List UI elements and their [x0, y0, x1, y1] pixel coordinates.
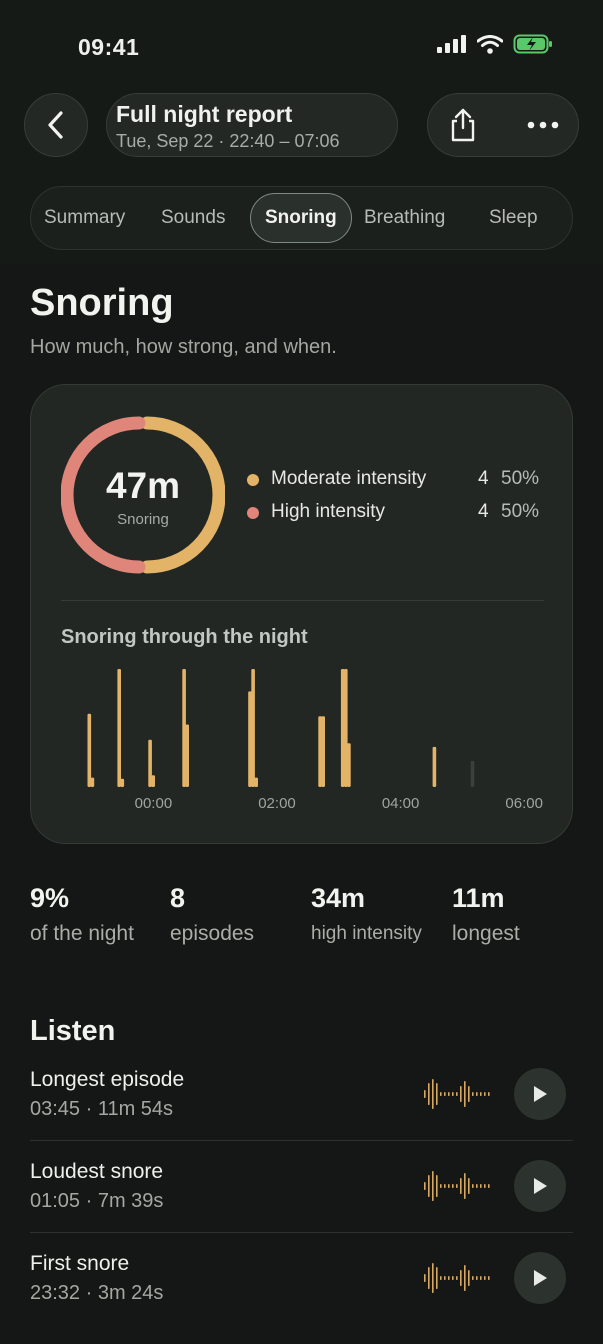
play-icon	[534, 1178, 547, 1194]
legend-moderate-pct: 50%	[501, 468, 540, 489]
card-divider	[61, 600, 544, 601]
stat-episodes-value: 8	[170, 883, 186, 913]
snore-bar	[251, 669, 255, 787]
listen-item[interactable]: Longest episode 03:45 · 11m 54s	[30, 1068, 573, 1160]
moderate-dot	[247, 474, 259, 486]
snoring-summary-card: 47m Snoring Moderate intensity 4 50% Hig…	[30, 384, 573, 844]
listen-title: Listen	[30, 1015, 116, 1047]
total-snoring-label: Snoring	[117, 511, 169, 528]
listen-item-title: First snore	[30, 1252, 130, 1275]
play-icon	[534, 1270, 547, 1286]
back-button[interactable]	[24, 93, 88, 157]
snore-bar	[151, 775, 155, 787]
snoring-timeline-chart: 00:00 02:00 04:00 06:00	[87, 669, 543, 812]
listen-item-meta: 01:05 · 7m 39s	[30, 1190, 164, 1212]
snore-bar	[321, 716, 325, 787]
total-snoring-value: 47m	[105, 465, 181, 506]
share-icon	[451, 108, 475, 142]
legend-moderate-name: Moderate intensity	[271, 468, 427, 489]
snore-bar	[347, 743, 351, 787]
play-button[interactable]	[514, 1160, 566, 1212]
snore-bar	[248, 691, 252, 787]
stat-episodes-label: episodes	[170, 922, 255, 945]
battery-charging-icon	[513, 34, 552, 54]
play-button[interactable]	[514, 1252, 566, 1304]
x-tick-label: 06:00	[505, 795, 543, 812]
tab-snoring[interactable]: Snoring	[250, 193, 352, 243]
snore-bar	[117, 669, 121, 787]
signal-icon	[437, 35, 466, 53]
waveform-icon	[424, 1171, 490, 1201]
legend-high-name: High intensity	[271, 501, 386, 522]
tab-sleep[interactable]: Sleep	[489, 187, 538, 249]
chart-title: Snoring through the night	[61, 626, 308, 648]
row-divider	[30, 1232, 573, 1233]
report-tabs: Summary Sounds Snoring Breathing Sleep	[30, 186, 573, 250]
page-subtitle: How much, how strong, and when.	[30, 336, 337, 358]
report-title-pill[interactable]: Full night report Tue, Sep 22 · 22:40 – …	[106, 93, 398, 157]
listen-item-title: Loudest snore	[30, 1160, 164, 1183]
stat-high-intensity-value: 34m	[311, 883, 366, 913]
snore-bar	[318, 716, 322, 787]
x-tick-label: 04:00	[382, 795, 420, 812]
wifi-icon	[477, 34, 503, 54]
snore-bar	[254, 777, 258, 787]
play-icon	[534, 1086, 547, 1102]
page-title: Snoring	[30, 282, 174, 324]
more-button[interactable]	[522, 104, 564, 146]
report-title: Full night report	[116, 101, 293, 127]
share-button[interactable]	[442, 104, 484, 146]
legend-moderate: Moderate intensity 4 50%	[245, 466, 545, 492]
listen-item-title: Longest episode	[30, 1068, 185, 1091]
legend-high: High intensity 4 50%	[245, 499, 545, 525]
tab-breathing[interactable]: Breathing	[364, 187, 445, 249]
waveform-icon	[424, 1263, 490, 1293]
legend-high-count: 4	[478, 501, 489, 522]
snore-bar	[470, 761, 475, 787]
stat-night-pct-label: of the night	[30, 922, 134, 945]
snore-bar	[90, 777, 95, 787]
x-tick-label: 02:00	[258, 795, 296, 812]
stat-high-intensity-label: high intensity	[311, 923, 422, 944]
snore-bar	[148, 739, 152, 787]
legend-moderate-count: 4	[478, 468, 489, 489]
listen-item[interactable]: Loudest snore 01:05 · 7m 39s	[30, 1160, 573, 1252]
play-button[interactable]	[514, 1068, 566, 1120]
high-dot	[247, 507, 259, 519]
stat-longest-value: 11m	[452, 883, 505, 913]
stat-night-pct-value: 9%	[30, 883, 70, 913]
snore-bar	[344, 669, 348, 787]
snore-bar	[120, 778, 125, 787]
status-time: 09:41	[78, 34, 140, 60]
snore-bar	[182, 669, 186, 787]
more-horizontal-icon	[527, 121, 559, 129]
status-bar: 09:41	[0, 0, 603, 90]
snore-bar	[185, 724, 189, 787]
row-divider	[30, 1140, 573, 1141]
snore-bar	[87, 713, 92, 787]
listen-item-meta: 23:32 · 3m 24s	[30, 1282, 164, 1304]
snore-bar	[340, 669, 345, 787]
stat-longest-label: longest	[452, 922, 520, 945]
waveform-icon	[424, 1079, 490, 1109]
listen-item[interactable]: First snore 23:32 · 3m 24s	[30, 1252, 573, 1344]
tab-summary[interactable]: Summary	[44, 187, 125, 249]
chevron-left-icon	[48, 111, 63, 139]
tab-sounds[interactable]: Sounds	[161, 187, 225, 249]
report-date-range: Tue, Sep 22 · 22:40 – 07:06	[116, 131, 340, 151]
snore-bar	[432, 746, 437, 787]
listen-item-meta: 03:45 · 11m 54s	[30, 1098, 174, 1120]
status-icons	[437, 34, 553, 54]
legend-high-pct: 50%	[501, 501, 540, 522]
header-actions	[427, 93, 579, 157]
x-tick-label: 00:00	[135, 795, 173, 812]
